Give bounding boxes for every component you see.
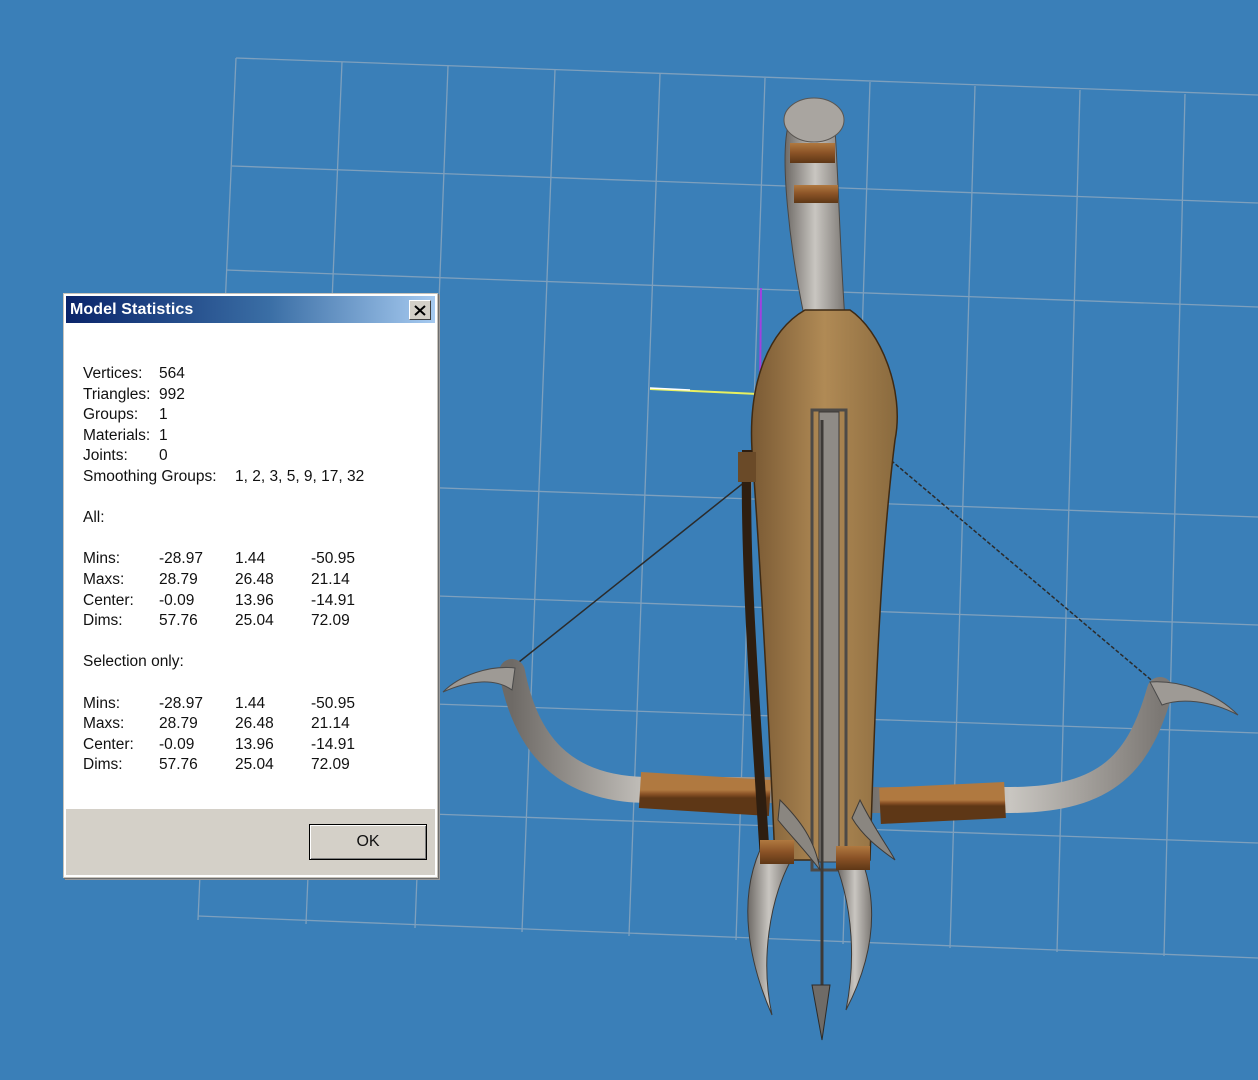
smoothing-groups-value: 1, 2, 3, 5, 9, 17, 32 (235, 467, 365, 485)
selection-center-row: Center: -0.09 13.96 -14.91 (83, 735, 433, 756)
triangles-row: Triangles: 992 (83, 385, 433, 406)
selection-center-z: -14.91 (311, 735, 355, 753)
close-button[interactable] (409, 300, 431, 320)
all-center-z: -14.91 (311, 591, 355, 609)
all-mins-x: -28.97 (159, 550, 203, 568)
selection-dims-y: 25.04 (235, 756, 274, 774)
all-center-x: -0.09 (159, 591, 195, 609)
selection-mins-x: -28.97 (159, 694, 203, 712)
selection-maxs-y: 26.48 (235, 715, 274, 733)
selection-center-label: Center: (83, 735, 134, 753)
selection-center-x: -0.09 (159, 735, 195, 753)
triangles-value: 992 (159, 385, 185, 403)
selection-mins-label: Mins: (83, 694, 121, 712)
all-center-y: 13.96 (235, 591, 274, 609)
all-dims-y: 25.04 (235, 612, 274, 630)
all-center-row: Center: -0.09 13.96 -14.91 (83, 591, 433, 612)
joints-row: Joints: 0 (83, 446, 433, 467)
selection-heading: Selection only: (83, 653, 184, 671)
vertices-row: Vertices: 564 (83, 364, 433, 385)
all-maxs-label: Maxs: (83, 570, 125, 588)
materials-value: 1 (159, 426, 168, 444)
selection-dims-row: Dims: 57.76 25.04 72.09 (83, 755, 433, 776)
all-maxs-row: Maxs: 28.79 26.48 21.14 (83, 570, 433, 591)
selection-maxs-x: 28.79 (159, 715, 198, 733)
joints-label: Joints: (83, 447, 128, 465)
all-mins-z: -50.95 (311, 550, 355, 568)
selection-center-y: 13.96 (235, 735, 274, 753)
dialog-content: Vertices: 564 Triangles: 992 Groups: 1 M… (83, 364, 433, 776)
all-center-label: Center: (83, 591, 134, 609)
selection-mins-y: 1.44 (235, 694, 266, 712)
materials-row: Materials: 1 (83, 426, 433, 447)
materials-label: Materials: (83, 426, 151, 444)
selection-dims-z: 72.09 (311, 756, 350, 774)
selection-dims-x: 57.76 (159, 756, 198, 774)
all-mins-row: Mins: -28.97 1.44 -50.95 (83, 549, 433, 570)
groups-value: 1 (159, 406, 168, 424)
joints-value: 0 (159, 447, 168, 465)
smoothing-groups-label: Smoothing Groups: (83, 467, 217, 485)
all-dims-x: 57.76 (159, 612, 198, 630)
selection-dims-label: Dims: (83, 756, 123, 774)
all-heading: All: (83, 509, 105, 527)
smoothing-groups-row: Smoothing Groups: 1, 2, 3, 5, 9, 17, 32 (83, 467, 433, 488)
selection-mins-row: Mins: -28.97 1.44 -50.95 (83, 694, 433, 715)
close-icon (414, 304, 426, 316)
model-statistics-dialog: Model Statistics Vertices: 564 Triangles… (63, 293, 438, 878)
dialog-title: Model Statistics (70, 301, 194, 318)
groups-row: Groups: 1 (83, 405, 433, 426)
ok-button[interactable]: OK (309, 824, 427, 860)
selection-mins-z: -50.95 (311, 694, 355, 712)
all-maxs-z: 21.14 (311, 570, 350, 588)
all-dims-label: Dims: (83, 612, 123, 630)
groups-label: Groups: (83, 406, 139, 424)
selection-maxs-row: Maxs: 28.79 26.48 21.14 (83, 714, 433, 735)
all-mins-label: Mins: (83, 550, 121, 568)
selection-maxs-z: 21.14 (311, 715, 350, 733)
dialog-footer: OK (66, 809, 435, 875)
vertices-label: Vertices: (83, 365, 143, 382)
selection-maxs-label: Maxs: (83, 715, 125, 733)
triangles-label: Triangles: (83, 385, 151, 403)
all-dims-row: Dims: 57.76 25.04 72.09 (83, 611, 433, 632)
crossbow-model (442, 97, 1239, 1041)
vertices-value: 564 (159, 365, 185, 382)
dialog-titlebar[interactable]: Model Statistics (66, 296, 435, 323)
all-maxs-y: 26.48 (235, 570, 274, 588)
axis-gizmo (649, 287, 762, 395)
all-dims-z: 72.09 (311, 612, 350, 630)
all-maxs-x: 28.79 (159, 570, 198, 588)
all-mins-y: 1.44 (235, 550, 266, 568)
